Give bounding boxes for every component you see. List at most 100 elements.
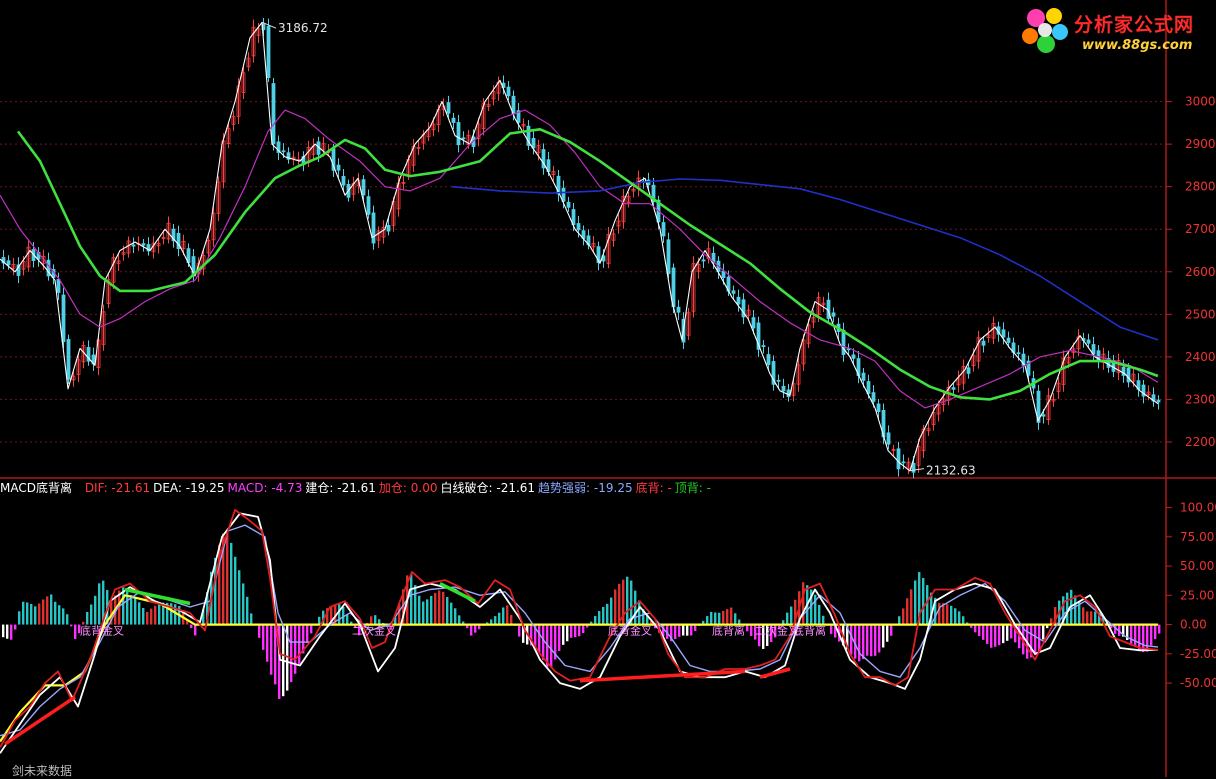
signal-label: 底背金叉 <box>80 624 124 638</box>
price-annotation: 2132.63 <box>926 464 976 478</box>
candle-body <box>676 306 681 313</box>
candle-body <box>966 367 971 374</box>
indicator-item: DEA: -19.25 <box>153 481 225 495</box>
candle-body <box>56 279 61 293</box>
candle-body <box>731 290 736 294</box>
candle-body <box>876 403 881 412</box>
indicator-item: 趋势强弱: -19.25 <box>538 481 633 495</box>
candle-body <box>861 372 866 381</box>
macd-bar <box>90 604 93 625</box>
macd-bar <box>142 608 145 625</box>
flower-logo-icon <box>1022 8 1068 53</box>
macd-bar <box>830 624 833 634</box>
y-tick-label: -50.00 <box>1180 676 1216 690</box>
macd-bar <box>950 605 953 625</box>
macd-bar <box>258 624 261 638</box>
macd-bar <box>502 607 505 625</box>
candle-body <box>786 389 791 398</box>
macd-bar <box>610 597 613 625</box>
macd-bar <box>614 589 617 625</box>
indicator-item: 白线破仓: -21.61 <box>440 481 536 495</box>
macd-bar <box>710 611 713 625</box>
macd-bar <box>686 624 689 636</box>
macd-bar <box>962 616 965 625</box>
candle-body <box>371 212 376 244</box>
macd-bar <box>678 624 681 637</box>
macd-bar <box>902 608 905 625</box>
candle-body <box>951 387 956 390</box>
macd-bar <box>606 603 609 625</box>
macd-bar <box>346 614 349 625</box>
y-tick-label: 0.00 <box>1180 618 1207 632</box>
macd-bar <box>566 624 569 642</box>
macd-bar <box>850 624 853 655</box>
macd-bar <box>50 594 53 625</box>
macd-bar <box>246 596 249 625</box>
candle-body <box>561 187 566 202</box>
macd-bar <box>422 601 425 625</box>
macd-bar <box>618 583 621 625</box>
macd-bar <box>558 624 561 651</box>
indicator-item: DIF: -21.61 <box>84 481 151 495</box>
macd-bar <box>1146 624 1149 652</box>
macd-bar <box>958 611 961 625</box>
macd-bar <box>154 605 157 625</box>
macd-bar <box>718 612 721 625</box>
y-tick-label: 2900 <box>1185 137 1216 151</box>
macd-bar <box>46 596 49 625</box>
macd-bar <box>562 624 565 645</box>
macd-bar <box>550 624 553 668</box>
macd-bar <box>374 615 377 625</box>
macd-bar <box>74 624 77 639</box>
candle-body <box>266 25 271 78</box>
candle-body <box>736 296 741 305</box>
candle-body <box>61 294 66 343</box>
macd-bar <box>98 583 101 625</box>
macd-bar <box>270 624 273 675</box>
signal-label: 底背离 <box>712 624 745 638</box>
macd-bar <box>602 606 605 625</box>
macd-bar <box>250 613 253 625</box>
y-tick-label: 100.00 <box>1180 501 1216 515</box>
macd-bar <box>954 608 957 625</box>
macd-bar <box>870 624 873 657</box>
macd-bar <box>790 606 793 625</box>
macd-bar <box>138 602 141 625</box>
footer-text: 剑未来数据 <box>12 764 73 778</box>
logo-url: www.88gs.com <box>1082 38 1193 53</box>
candle-body <box>566 201 571 208</box>
macd-bar <box>494 616 497 625</box>
macd-bar <box>1086 611 1089 625</box>
macd-bar <box>454 608 457 625</box>
macd-bar <box>802 582 805 625</box>
macd-bar <box>574 624 577 638</box>
macd-bar <box>418 595 421 625</box>
candle-body <box>871 392 876 402</box>
candle-body <box>456 122 461 146</box>
macd-bar <box>1130 624 1133 644</box>
candle-body <box>271 83 276 145</box>
candle-body <box>776 379 781 382</box>
macd-bar <box>242 583 245 625</box>
macd-bar <box>2 624 5 638</box>
ma-blue-line <box>451 178 1159 341</box>
macd-bar <box>1006 624 1009 641</box>
macd-bar <box>538 624 541 653</box>
candle-body <box>866 381 871 394</box>
candle-body <box>761 345 766 348</box>
candle-body <box>6 260 11 266</box>
stock-chart: 2200 2300 2400 2500 2600 2700 2800 2900 3000 3186… <box>0 0 1216 777</box>
macd-bar <box>434 592 437 625</box>
macd-bar <box>438 590 441 625</box>
macd-bar <box>146 612 149 625</box>
macd-bar <box>298 624 301 664</box>
macd-bar <box>1042 624 1045 640</box>
candle-body <box>1126 367 1131 383</box>
candle-body <box>66 339 71 380</box>
macd-bar <box>1002 624 1005 644</box>
candle-body <box>366 196 371 215</box>
y-tick-label: 2700 <box>1185 222 1216 236</box>
macd-bar <box>542 624 545 661</box>
macd-bar <box>906 598 909 625</box>
y-tick-label: 2500 <box>1185 307 1216 321</box>
